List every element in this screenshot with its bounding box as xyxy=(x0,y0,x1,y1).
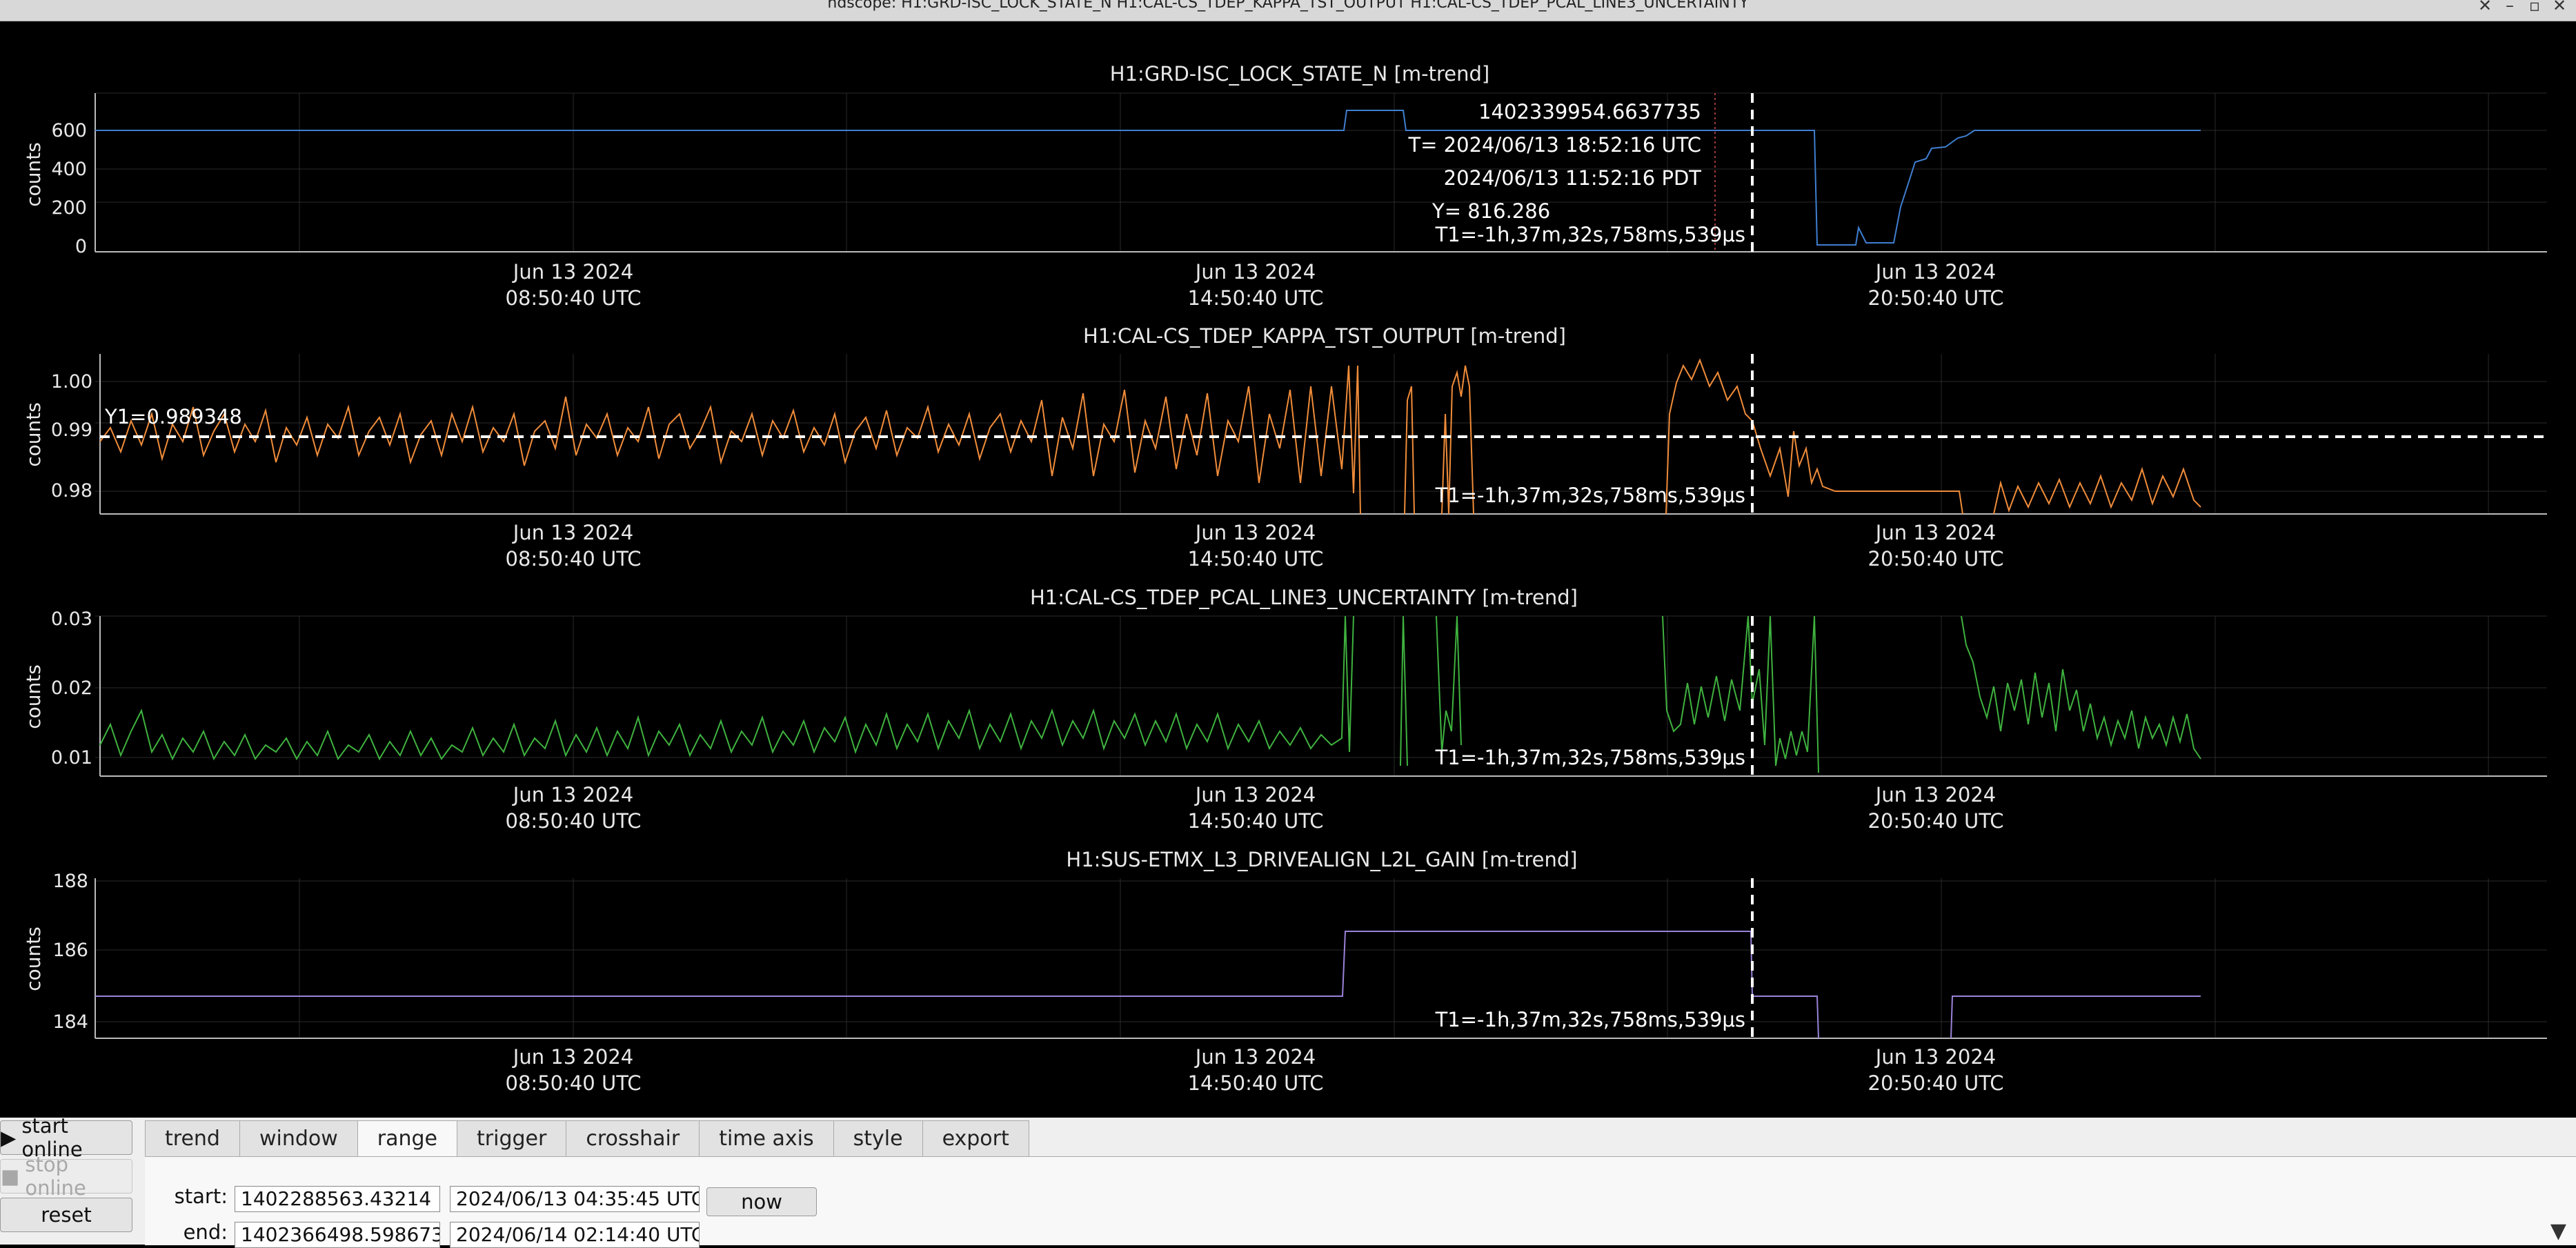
x-tick-time: 08:50:40 UTC xyxy=(506,547,642,571)
x-tick-date: Jun 13 2024 xyxy=(1874,1045,1996,1069)
x-tick-labels: Jun 13 2024 08:50:40 UTC Jun 13 2024 14:… xyxy=(506,783,2004,833)
tab-range[interactable]: range xyxy=(357,1120,458,1156)
range-panel: start: 1402288563.43214 2024/06/13 04:35… xyxy=(145,1156,2576,1248)
start-utc-field[interactable]: 2024/06/13 04:35:45 UTC xyxy=(450,1186,700,1212)
title-bar: ndscope: H1:GRD-ISC_LOCK_STATE_N H1:CAL-… xyxy=(0,0,2576,21)
stop-icon: ■ xyxy=(1,1165,20,1188)
x-tick-labels: Jun 13 2024 08:50:40 UTC Jun 13 2024 14:… xyxy=(506,521,2004,571)
tab-crosshair[interactable]: crosshair xyxy=(566,1120,700,1156)
x-tick-time: 14:50:40 UTC xyxy=(1188,1071,1324,1095)
t1-delta-label: T1=-1h,37m,32s,758ms,539μs xyxy=(1435,1008,1745,1031)
x-tick-time: 20:50:40 UTC xyxy=(1868,809,2004,833)
end-label: end: xyxy=(183,1220,228,1244)
x-tick-time: 08:50:40 UTC xyxy=(506,1071,642,1095)
cursor-y-readout: Y= 816.286 xyxy=(1431,199,1550,223)
stop-online-label: stop online xyxy=(25,1153,86,1200)
x-tick-time: 20:50:40 UTC xyxy=(1868,547,2004,571)
y-axis-label: counts xyxy=(22,402,45,467)
y-axis-label: counts xyxy=(22,142,45,207)
control-panel: ▶ start online ■ stop online reset trend… xyxy=(0,1114,2576,1248)
close-small-icon[interactable]: ✕ xyxy=(2471,0,2499,15)
stop-online-button[interactable]: ■ stop online xyxy=(0,1153,132,1200)
x-tick-date: Jun 13 2024 xyxy=(1194,783,1316,806)
tab-trend[interactable]: trend xyxy=(145,1120,240,1156)
y-tick-label: 1.00 xyxy=(51,371,92,393)
start-gps-field[interactable]: 1402288563.43214 xyxy=(235,1186,440,1212)
trend-line xyxy=(99,615,2201,773)
x-tick-date: Jun 13 2024 xyxy=(1194,260,1316,284)
play-icon: ▶ xyxy=(1,1126,17,1149)
tab-time-axis[interactable]: time axis xyxy=(699,1120,834,1156)
x-tick-time: 14:50:40 UTC xyxy=(1188,547,1324,571)
tab-style[interactable]: style xyxy=(833,1120,923,1156)
y-tick-label: 186 xyxy=(52,940,88,961)
plot-title: H1:CAL-CS_TDEP_KAPPA_TST_OUTPUT [m-trend… xyxy=(1083,324,1566,348)
y-tick-label: 200 xyxy=(51,197,87,219)
plot-title: H1:GRD-ISC_LOCK_STATE_N [m-trend] xyxy=(1110,62,1489,86)
y-tick-label: 0.99 xyxy=(51,419,92,441)
end-utc-field[interactable]: 2024/06/14 02:14:40 UTC xyxy=(450,1222,700,1248)
x-tick-date: Jun 13 2024 xyxy=(512,1045,633,1069)
end-gps-field[interactable]: 1402366498.598673 xyxy=(235,1222,440,1248)
x-tick-date: Jun 13 2024 xyxy=(1874,783,1996,806)
x-tick-date: Jun 13 2024 xyxy=(1874,260,1996,284)
y-tick-label: 600 xyxy=(51,120,87,141)
tab-window[interactable]: window xyxy=(239,1120,358,1156)
y-tick-label: 0.01 xyxy=(51,747,92,769)
y-tick-label: 400 xyxy=(51,159,87,180)
now-button[interactable]: now xyxy=(706,1187,817,1216)
plot-title: H1:CAL-CS_TDEP_PCAL_LINE3_UNCERTAINTY [m… xyxy=(1030,586,1578,609)
x-tick-date: Jun 13 2024 xyxy=(512,260,633,284)
x-tick-time: 08:50:40 UTC xyxy=(506,286,642,310)
x-tick-time: 14:50:40 UTC xyxy=(1188,286,1324,310)
x-tick-date: Jun 13 2024 xyxy=(1874,521,1996,544)
x-tick-date: Jun 13 2024 xyxy=(1194,1045,1316,1069)
tab-bar: trend window range trigger crosshair tim… xyxy=(145,1120,1029,1156)
y-tick-label: 0.03 xyxy=(51,608,92,630)
y-tick-label: 188 xyxy=(52,871,88,892)
x-tick-time: 08:50:40 UTC xyxy=(506,809,642,833)
x-tick-time: 20:50:40 UTC xyxy=(1868,1071,2004,1095)
y-tick-label: 0.98 xyxy=(51,480,92,502)
y-tick-label: 0 xyxy=(75,236,87,257)
cursor-pdt: 2024/06/13 11:52:16 PDT xyxy=(1444,166,1702,190)
close-icon[interactable]: ✕ xyxy=(2546,0,2573,15)
y1-readout: Y1=0.989348 xyxy=(104,405,242,428)
tab-trigger[interactable]: trigger xyxy=(457,1120,567,1156)
plot-title: H1:SUS-ETMX_L3_DRIVEALIGN_L2L_GAIN [m-tr… xyxy=(1066,848,1577,871)
t1-delta-label: T1=-1h,37m,32s,758ms,539μs xyxy=(1435,746,1745,769)
cursor-utc: T= 2024/06/13 18:52:16 UTC xyxy=(1407,133,1701,157)
x-tick-labels: Jun 13 2024 08:50:40 UTC Jun 13 2024 14:… xyxy=(506,260,2004,310)
plot-panel-2[interactable]: H1:CAL-CS_TDEP_KAPPA_TST_OUTPUT [m-trend… xyxy=(22,324,2547,571)
y-axis-label: counts xyxy=(22,664,45,729)
cursor-gps: 1402339954.6637735 xyxy=(1478,100,1701,123)
tab-export[interactable]: export xyxy=(922,1120,1029,1156)
t1-delta-label: T1=-1h,37m,32s,758ms,539μs xyxy=(1435,484,1745,507)
trend-line-segment xyxy=(1950,996,2201,1039)
plot-area[interactable]: H1:GRD-ISC_LOCK_STATE_N [m-trend] counts… xyxy=(0,21,2576,1118)
maximize-icon[interactable]: ▫ xyxy=(2521,0,2548,15)
window-title: ndscope: H1:GRD-ISC_LOCK_STATE_N H1:CAL-… xyxy=(827,0,1749,12)
t1-delta-label: T1=-1h,37m,32s,758ms,539μs xyxy=(1435,223,1745,246)
start-online-button[interactable]: ▶ start online xyxy=(0,1114,132,1161)
minimize-icon[interactable]: – xyxy=(2496,0,2524,15)
start-label: start: xyxy=(174,1185,228,1208)
reset-button[interactable]: reset xyxy=(0,1198,132,1232)
plots-canvas[interactable]: H1:GRD-ISC_LOCK_STATE_N [m-trend] counts… xyxy=(0,21,2576,1118)
x-tick-date: Jun 13 2024 xyxy=(512,783,633,806)
plot-panel-4[interactable]: H1:SUS-ETMX_L3_DRIVEALIGN_L2L_GAIN [m-tr… xyxy=(22,848,2547,1095)
plot-panel-1[interactable]: H1:GRD-ISC_LOCK_STATE_N [m-trend] counts… xyxy=(22,62,2547,310)
y-tick-label: 184 xyxy=(52,1011,88,1033)
y-axis-label: counts xyxy=(22,927,45,991)
x-tick-time: 20:50:40 UTC xyxy=(1868,286,2004,310)
reset-label: reset xyxy=(41,1203,92,1227)
y-tick-label: 0.02 xyxy=(51,677,92,699)
x-tick-date: Jun 13 2024 xyxy=(1194,521,1316,544)
x-tick-date: Jun 13 2024 xyxy=(512,521,633,544)
scroll-down-icon[interactable]: ▼ xyxy=(2550,1219,2566,1243)
plot-panel-3[interactable]: H1:CAL-CS_TDEP_PCAL_LINE3_UNCERTAINTY [m… xyxy=(22,586,2547,833)
x-tick-time: 14:50:40 UTC xyxy=(1188,809,1324,833)
x-tick-labels: Jun 13 2024 08:50:40 UTC Jun 13 2024 14:… xyxy=(506,1045,2004,1095)
